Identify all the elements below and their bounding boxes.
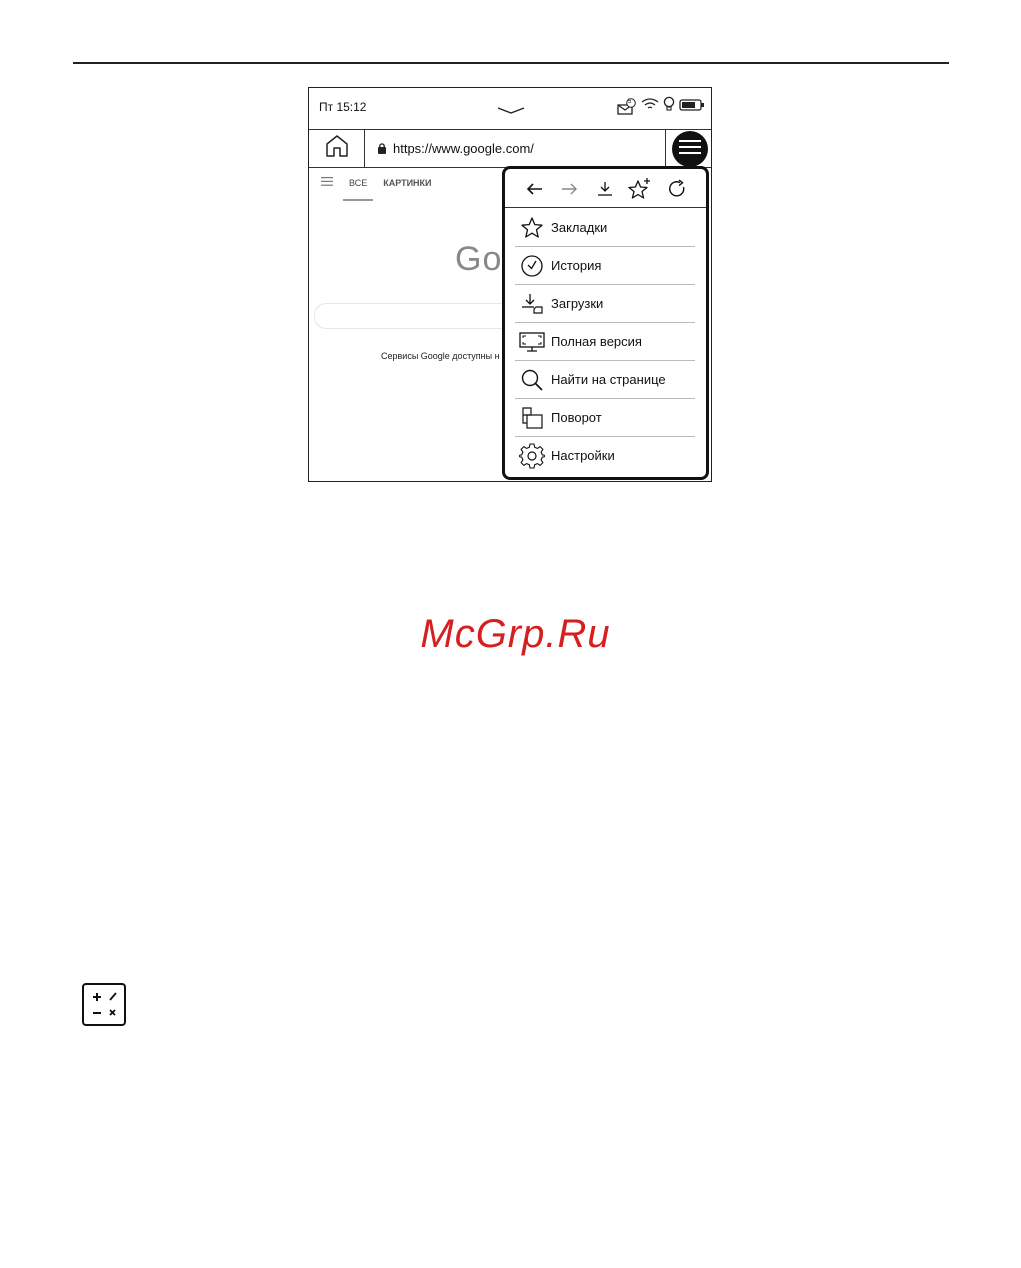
menu-item-full-version[interactable]: Полная версия (515, 323, 695, 361)
gear-icon (519, 442, 545, 469)
download-icon[interactable] (593, 177, 617, 201)
clock-icon (519, 253, 545, 279)
menu-item-rotate[interactable]: Поворот (515, 399, 695, 437)
menu-item-label: Закладки (551, 220, 608, 235)
url-text: https://www.google.com/ (393, 141, 534, 156)
url-bar: https://www.google.com/ (309, 129, 711, 168)
rotate-icon (519, 405, 545, 431)
menu-item-find[interactable]: Найти на странице (515, 361, 695, 399)
browser-menu: Закладки История Загрузки Полная версия … (502, 166, 709, 480)
url-field[interactable]: https://www.google.com/ (365, 130, 666, 167)
menu-item-bookmarks[interactable]: Закладки (515, 209, 695, 247)
notification-count: 5 (628, 98, 632, 105)
google-logo: Go (455, 240, 503, 278)
menu-item-settings[interactable]: Настройки (515, 437, 695, 474)
monitor-icon (519, 329, 545, 355)
star-icon (519, 215, 545, 241)
download-folder-icon (519, 291, 545, 317)
tab-all[interactable]: ВСЕ (342, 178, 374, 201)
watermark: McGrp.Ru (420, 612, 611, 656)
menu-item-downloads[interactable]: Загрузки (515, 285, 695, 323)
bulb-icon[interactable] (663, 96, 675, 117)
lock-icon (377, 142, 387, 155)
status-icons: 5 (617, 96, 705, 117)
menu-items: Закладки История Загрузки Полная версия … (515, 209, 695, 474)
back-arrow-icon[interactable] (523, 177, 547, 201)
chevron-down-icon[interactable] (497, 102, 525, 120)
tab-images[interactable]: КАРТИНКИ (383, 178, 431, 188)
google-tabs: ВСЕ КАРТИНКИ (321, 177, 432, 201)
reload-icon[interactable] (665, 177, 689, 201)
google-search-input[interactable] (314, 303, 525, 329)
google-menu-icon[interactable] (321, 177, 333, 188)
home-icon (324, 134, 350, 163)
wifi-icon (641, 97, 659, 116)
menu-item-label: Найти на странице (551, 372, 666, 387)
status-bar: Пт 15:12 5 (309, 88, 711, 126)
battery-icon (679, 98, 705, 116)
clock: Пт 15:12 (319, 100, 367, 114)
home-button[interactable] (309, 130, 365, 167)
add-bookmark-icon[interactable] (628, 177, 652, 201)
google-services-text: Сервисы Google доступны н (381, 351, 500, 361)
menu-button[interactable] (672, 131, 708, 167)
menu-item-history[interactable]: История (515, 247, 695, 285)
forward-arrow-icon[interactable] (557, 177, 581, 201)
hamburger-icon (679, 139, 701, 160)
menu-item-label: Загрузки (551, 296, 604, 311)
menu-item-label: Поворот (551, 410, 602, 425)
calculator-icon (82, 983, 126, 1026)
menu-item-label: Полная версия (551, 334, 642, 349)
mail-badge-icon[interactable]: 5 (617, 97, 637, 116)
search-icon (519, 367, 545, 393)
menu-toolbar (505, 169, 706, 208)
menu-item-label: История (551, 258, 602, 273)
menu-item-label: Настройки (551, 448, 615, 463)
top-rule (73, 62, 949, 64)
